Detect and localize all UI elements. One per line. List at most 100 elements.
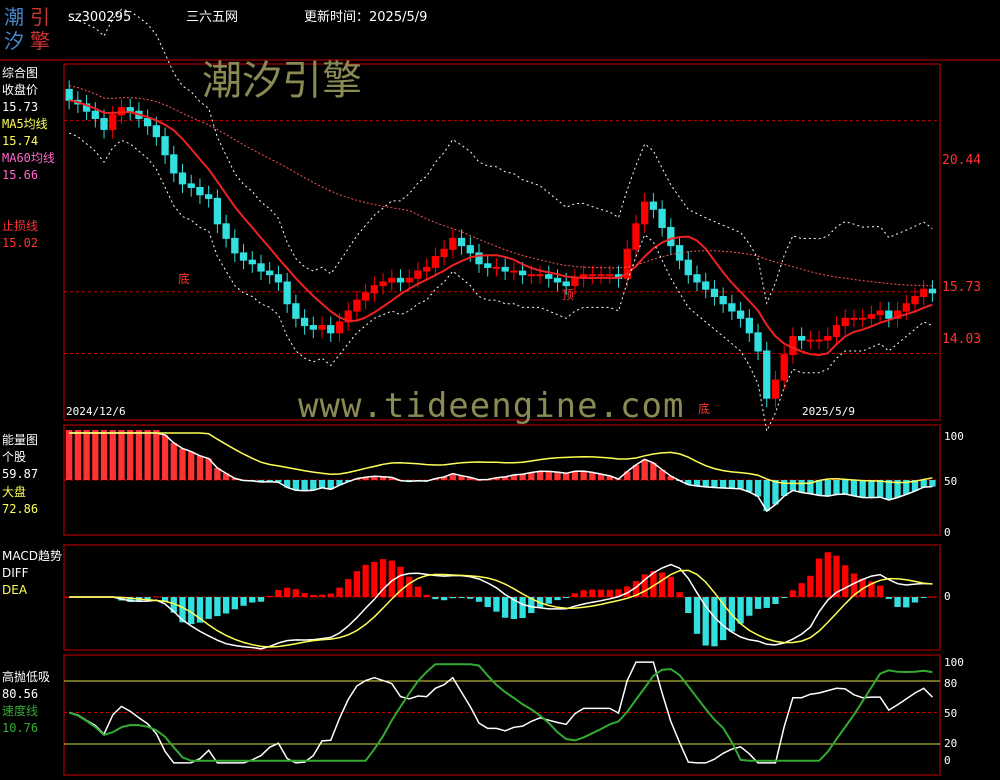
stop-label: 止损线 <box>2 219 39 233</box>
macd-bar <box>257 597 265 602</box>
energy-bar <box>545 471 552 480</box>
candle-body <box>388 277 396 283</box>
macd-bar <box>301 593 308 597</box>
candle-body <box>553 277 562 283</box>
energy-title: 能量图 <box>2 433 39 447</box>
energy-bar <box>868 480 875 498</box>
energy-bar <box>754 480 762 497</box>
energy-axis-100: 100 <box>944 430 964 443</box>
macd-bar <box>815 558 823 597</box>
candle-body <box>292 303 300 319</box>
candle-body <box>65 88 73 101</box>
speed-label: 速度线 <box>2 704 39 718</box>
energy-bar <box>118 430 125 480</box>
energy-bar <box>571 471 579 480</box>
candle-body <box>117 107 126 116</box>
candle-body <box>300 317 309 327</box>
energy-bar <box>144 430 151 480</box>
candle-body <box>806 339 815 342</box>
macd-bar <box>824 552 831 597</box>
candle-body <box>527 274 535 277</box>
candle-body <box>832 325 841 337</box>
candle-body <box>562 281 570 287</box>
ma5-label: MA5均线 <box>2 117 48 131</box>
panel-frame-tide <box>63 654 941 776</box>
stop-value: 15.02 <box>2 236 39 250</box>
energy-bar <box>746 480 753 492</box>
macd-bar <box>432 597 439 600</box>
candle-body <box>536 274 544 277</box>
top-mark: 顶 <box>562 288 575 302</box>
energy-bar <box>161 434 169 480</box>
energy-bar <box>536 471 544 480</box>
macd-bar <box>763 597 770 608</box>
energy-bar <box>798 480 805 493</box>
candle-body <box>327 325 335 334</box>
candle-body <box>745 317 753 334</box>
candle-body <box>920 288 928 297</box>
candle-body <box>797 335 806 341</box>
candle-body <box>658 208 666 228</box>
candle-body <box>902 303 910 312</box>
energy-bar <box>170 442 177 480</box>
candle-body <box>545 274 553 279</box>
macd-bar <box>458 597 465 598</box>
candle-body <box>824 335 832 341</box>
energy-bar <box>580 471 587 480</box>
macd-diff-label: DIFF <box>2 566 29 580</box>
candle-body <box>248 259 256 265</box>
macd-bar <box>240 597 247 606</box>
macd-bar <box>266 595 273 597</box>
candle-body <box>693 274 701 283</box>
candle-body <box>283 281 291 305</box>
macd-bar <box>231 597 238 610</box>
close-label: 收盘价 <box>2 83 39 97</box>
macd-bar <box>563 597 570 599</box>
macd-bar <box>781 597 788 598</box>
macd-bar <box>353 571 361 597</box>
macd-bar <box>676 592 683 597</box>
candle-body <box>213 197 222 225</box>
candle-body <box>466 245 474 254</box>
energy-bar <box>318 480 326 488</box>
candle-body <box>597 274 605 277</box>
macd-bar <box>554 597 561 601</box>
energy-bar <box>815 480 823 496</box>
candle-body <box>702 281 710 290</box>
energy-bar <box>833 480 840 495</box>
macd-bar <box>929 596 936 598</box>
candle-body <box>710 288 719 297</box>
macd-bar <box>205 597 212 619</box>
energy-bar <box>83 430 90 480</box>
close-value: 15.73 <box>2 100 39 114</box>
candle-body <box>196 187 204 196</box>
macd-bar <box>894 597 901 607</box>
macd-bar <box>589 589 596 597</box>
energy-stock-value: 59.87 <box>2 467 39 481</box>
energy-axis-0: 0 <box>944 526 951 539</box>
candle-body <box>152 125 161 138</box>
candle-body <box>771 379 780 399</box>
candle-body <box>170 154 178 174</box>
macd-title: MACD趋势 <box>2 549 62 563</box>
macd-bar <box>222 597 230 614</box>
energy-bar <box>737 480 744 489</box>
macd-bar <box>310 594 317 597</box>
energy-bar <box>188 451 195 480</box>
candle-body <box>274 274 283 283</box>
energy-bar <box>920 480 927 488</box>
energy-bar <box>554 472 561 480</box>
macd-bar <box>754 597 762 609</box>
candle-body <box>518 270 527 276</box>
candle-body <box>318 325 326 330</box>
candle-body <box>187 183 195 189</box>
candle-body <box>161 136 169 156</box>
candle-body <box>667 226 675 247</box>
candle-body <box>431 256 440 268</box>
candle-body <box>370 285 379 294</box>
candle-body <box>423 266 431 272</box>
energy-market-label: 大盘 <box>2 485 27 499</box>
candle-body <box>841 317 849 327</box>
candle-body <box>876 310 884 316</box>
candle-body <box>885 310 893 319</box>
